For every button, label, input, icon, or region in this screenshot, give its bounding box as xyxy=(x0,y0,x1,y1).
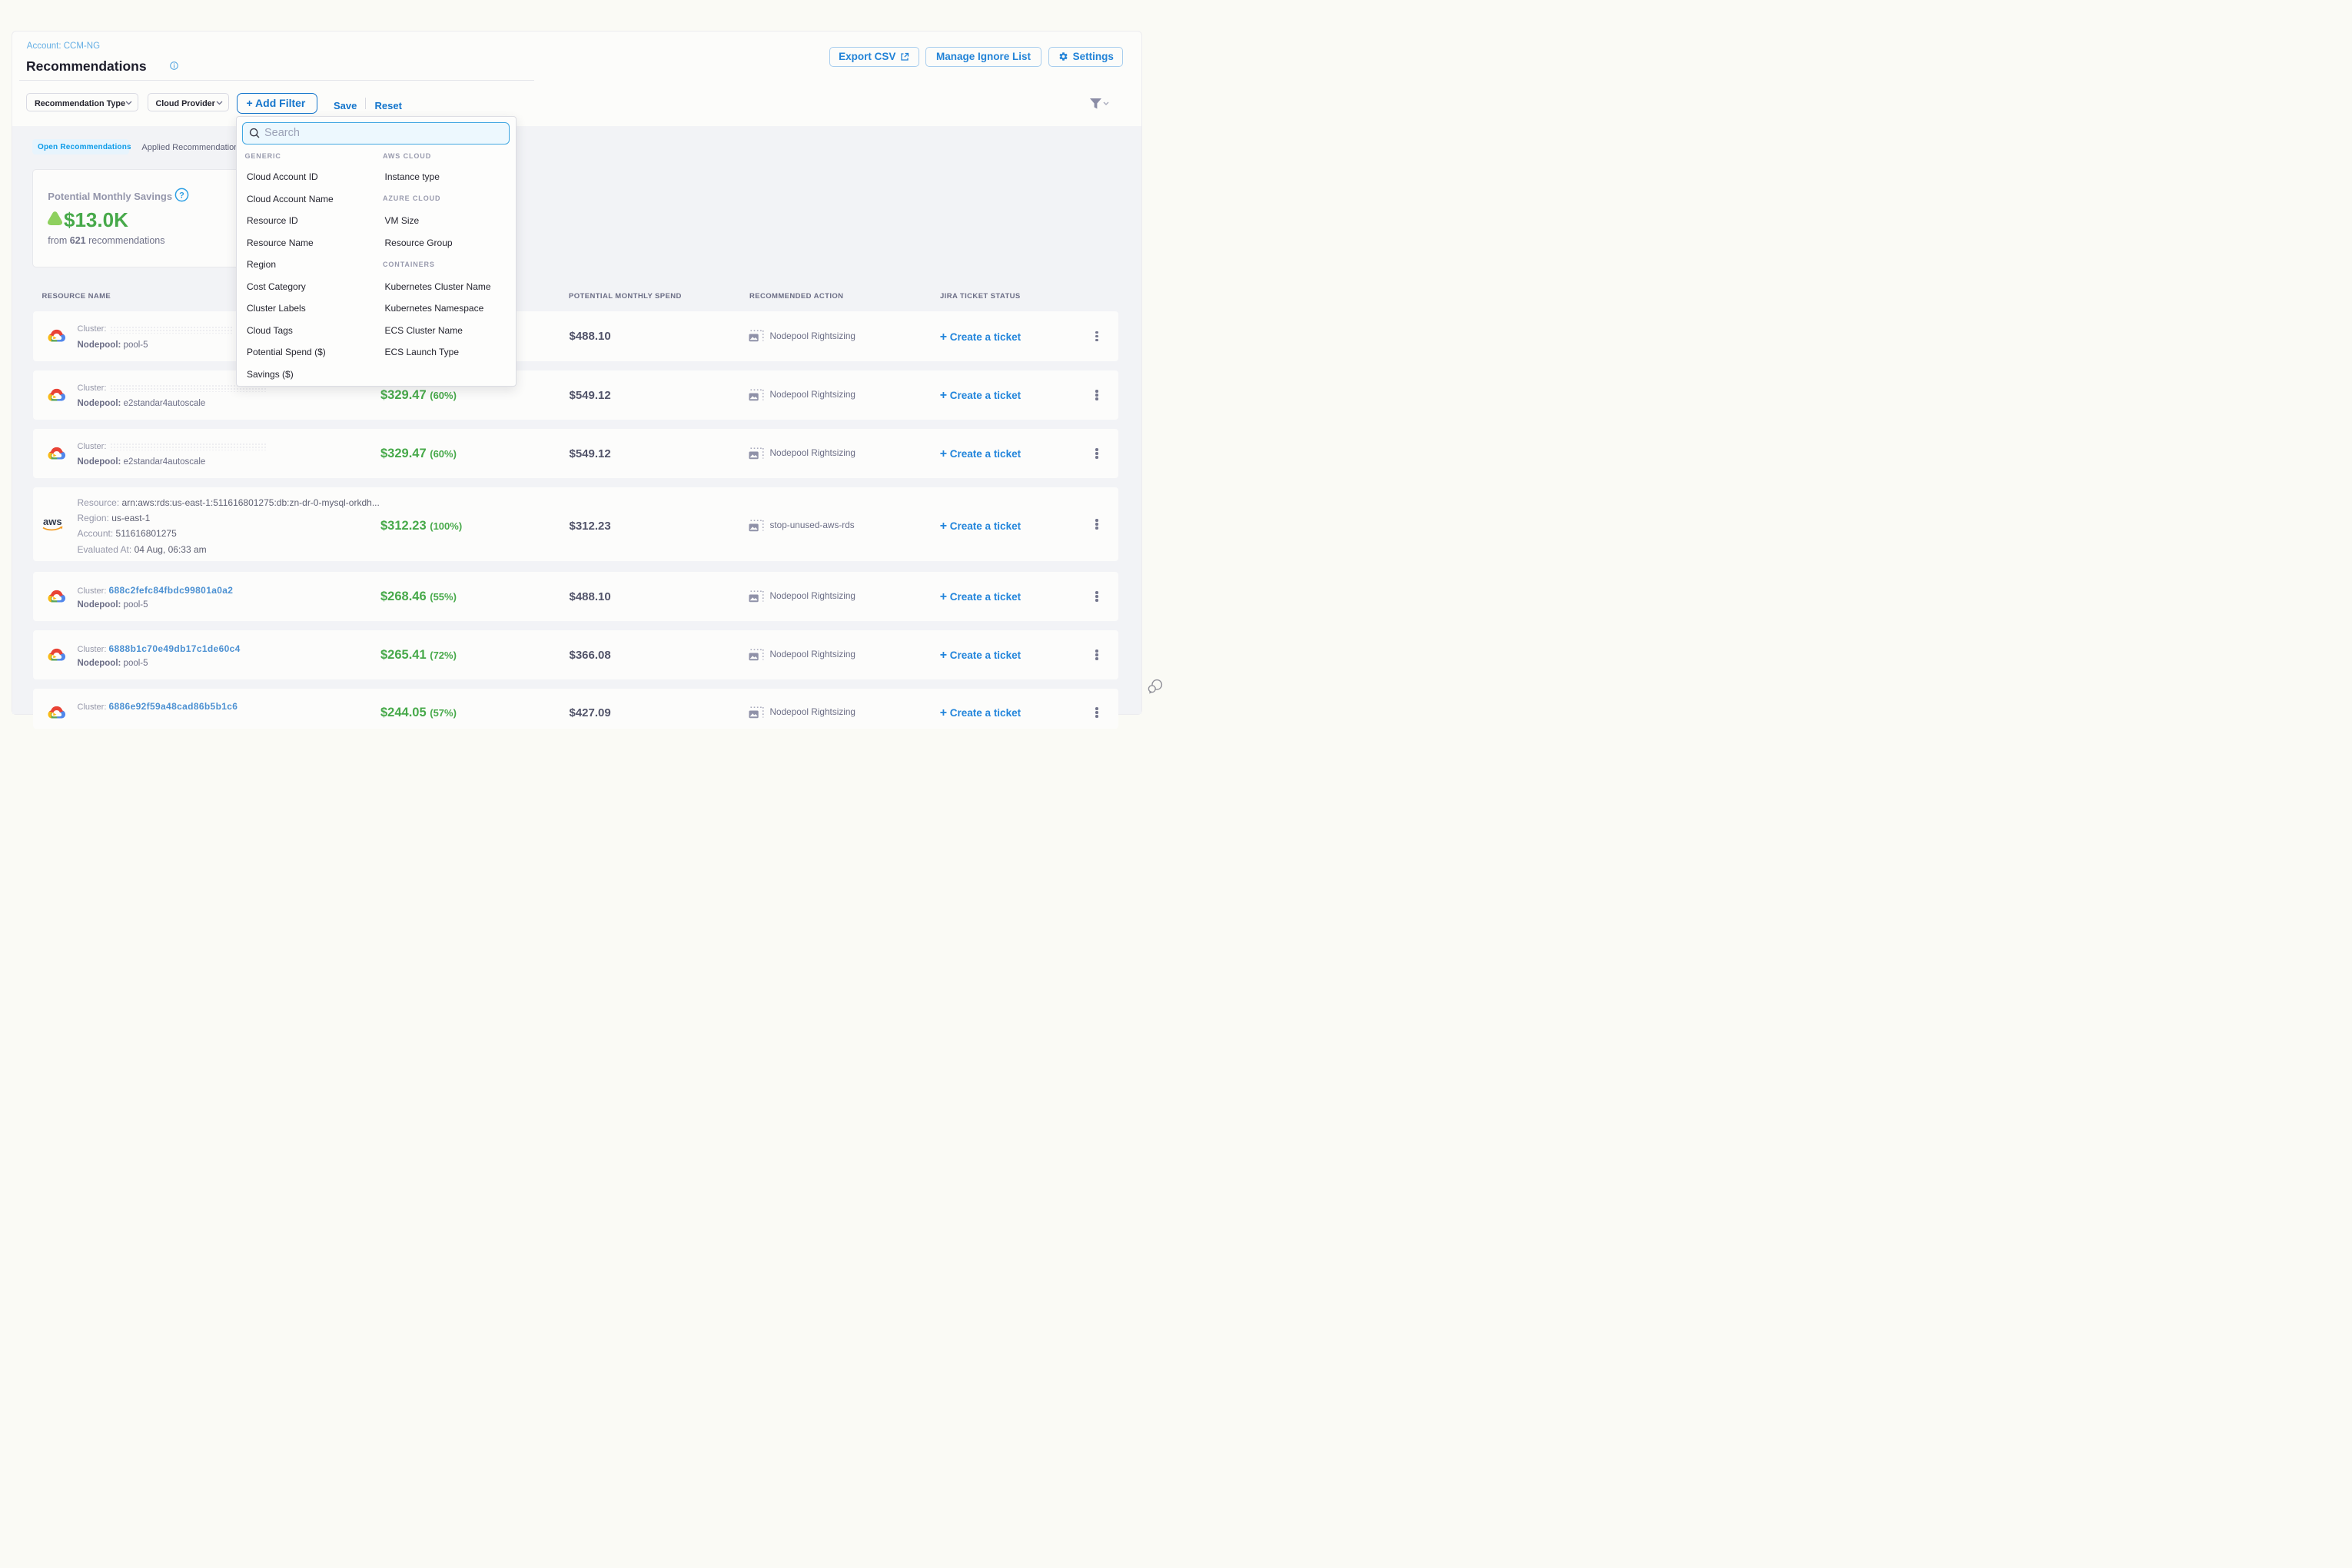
svg-text:aws: aws xyxy=(43,516,62,527)
svg-text:?: ? xyxy=(179,191,184,200)
